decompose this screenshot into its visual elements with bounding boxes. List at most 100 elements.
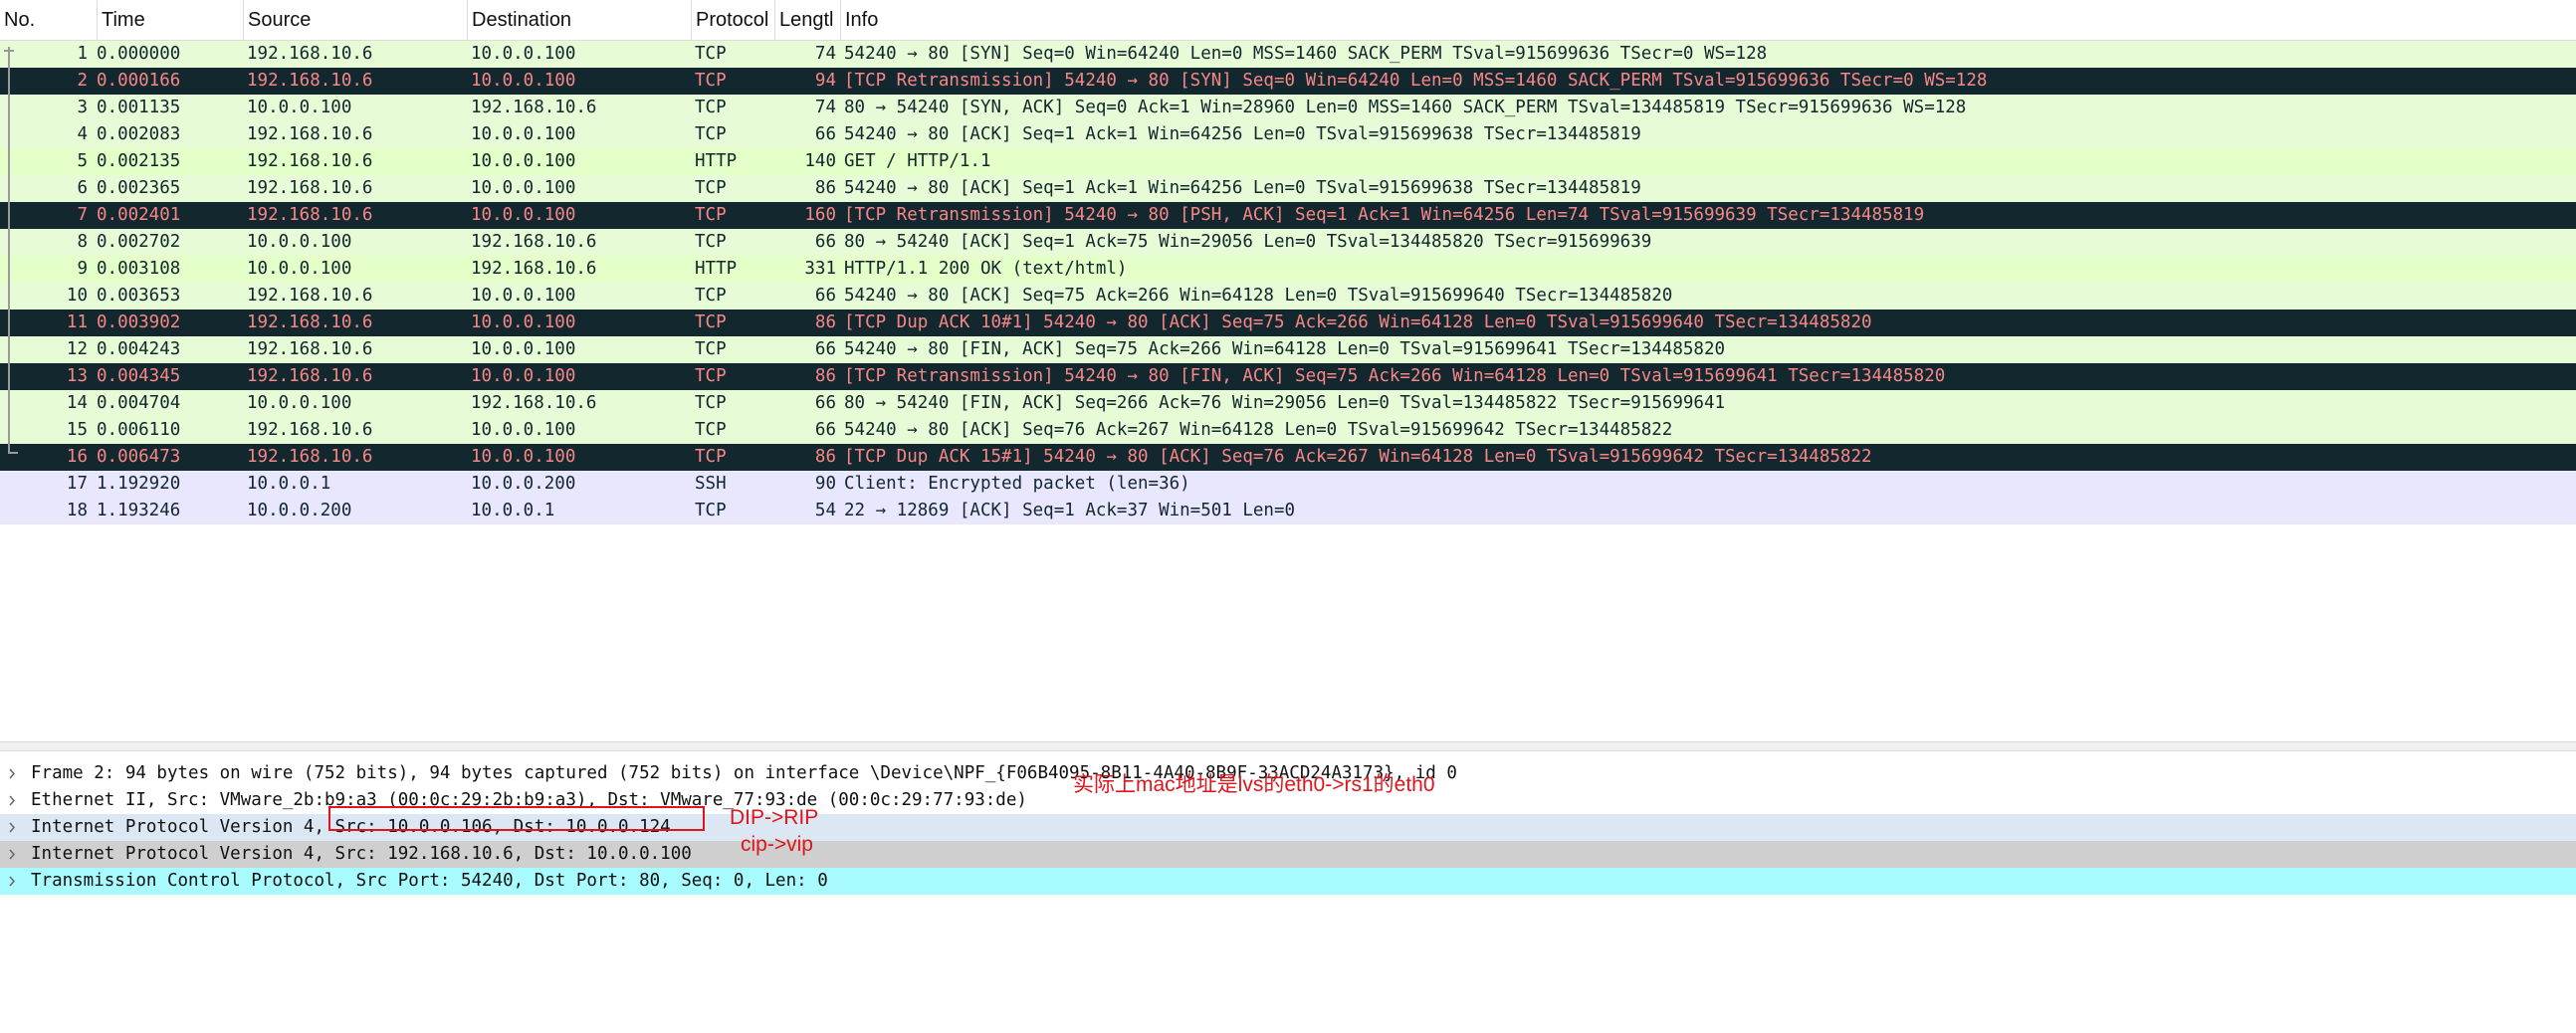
packet-len-cell: 86 [814, 312, 836, 332]
packet-len-cell: 66 [814, 420, 836, 440]
packet-row[interactable]: 13 0.004345 192.168.10.6 10.0.0.100 TCP 86 [TC… [0, 363, 2576, 390]
packet-row[interactable]: 5 0.002135 192.168.10.6 10.0.0.100 HTTP 140 GE… [0, 148, 2576, 175]
packet-time-cell: 0.002702 [97, 232, 181, 252]
packet-dst-cell: 10.0.0.100 [471, 151, 576, 171]
packet-row[interactable]: 12 0.004243 192.168.10.6 10.0.0.100 TCP 66 542… [0, 336, 2576, 363]
packet-src-cell: 192.168.10.6 [247, 366, 373, 386]
packet-no-cell: 4 [77, 124, 88, 144]
conversation-start-icon [4, 47, 14, 55]
packet-proto-cell: TCP [695, 205, 727, 225]
packet-row[interactable]: 11 0.003902 192.168.10.6 10.0.0.100 TCP 86 [TC… [0, 310, 2576, 336]
packet-src-cell: 192.168.10.6 [247, 447, 373, 467]
packet-no-cell: 14 [66, 393, 88, 413]
column-header-source[interactable]: Source [243, 0, 467, 40]
packet-proto-cell: TCP [695, 393, 727, 413]
column-header-protocol[interactable]: Protocol [691, 0, 774, 40]
packet-src-cell: 192.168.10.6 [247, 420, 373, 440]
packet-dst-cell: 10.0.0.100 [471, 71, 576, 91]
packet-row[interactable]: 3 0.001135 10.0.0.100 192.168.10.6 TCP 74 80 →… [0, 95, 2576, 121]
packet-src-cell: 10.0.0.100 [247, 393, 352, 413]
annotation-cip-vip: cip->vip [741, 833, 813, 856]
column-header-destination[interactable]: Destination [467, 0, 691, 40]
chevron-right-icon[interactable] [4, 814, 20, 841]
annotation-mac-note: 实际上mac地址是lvs的eth0->rs1的eth0 [1073, 773, 1435, 796]
packet-proto-cell: TCP [695, 44, 727, 64]
packet-info-cell: 54240 → 80 [SYN] Seq=0 Win=64240 Len=0 M… [844, 44, 1768, 64]
packet-proto-cell: HTTP [695, 259, 738, 279]
packet-row[interactable]: 1 0.000000 192.168.10.6 10.0.0.100 TCP 74 5424… [0, 41, 2576, 68]
packet-no-cell: 8 [77, 232, 88, 252]
packet-len-cell: 66 [814, 393, 836, 413]
packet-info-cell: 80 → 54240 [SYN, ACK] Seq=0 Ack=1 Win=28… [844, 98, 1967, 117]
packet-details-pane[interactable]: Frame 2: 94 bytes on wire (752 bits), 94… [0, 751, 2576, 1033]
packet-len-cell: 66 [814, 339, 836, 359]
packet-src-cell: 192.168.10.6 [247, 178, 373, 198]
packet-row[interactable]: 9 0.003108 10.0.0.100 192.168.10.6 HTTP 331 HT… [0, 256, 2576, 283]
packet-src-cell: 192.168.10.6 [247, 205, 373, 225]
packet-list-header: No. Time Source Destination Protocol Len… [0, 0, 2576, 41]
packet-dst-cell: 10.0.0.100 [471, 178, 576, 198]
packet-len-cell: 66 [814, 124, 836, 144]
packet-row[interactable]: 15 0.006110 192.168.10.6 10.0.0.100 TCP 66 542… [0, 417, 2576, 444]
packet-no-cell: 15 [66, 420, 88, 440]
packet-info-cell: GET / HTTP/1.1 [844, 151, 991, 171]
packet-list-pane[interactable]: No. Time Source Destination Protocol Len… [0, 0, 2576, 741]
packet-dst-cell: 10.0.0.200 [471, 474, 576, 494]
packet-proto-cell: TCP [695, 420, 727, 440]
packet-time-cell: 1.192920 [97, 474, 181, 494]
detail-tree-label: Transmission Control Protocol, Src Port:… [31, 871, 828, 891]
packet-len-cell: 66 [814, 232, 836, 252]
chevron-right-icon[interactable] [4, 841, 20, 868]
packet-row[interactable]: 6 0.002365 192.168.10.6 10.0.0.100 TCP 86 5424… [0, 175, 2576, 202]
packet-row[interactable]: 4 0.002083 192.168.10.6 10.0.0.100 TCP 66 5424… [0, 121, 2576, 148]
annotation-box [328, 806, 705, 831]
packet-row[interactable]: 10 0.003653 192.168.10.6 10.0.0.100 TCP 66 542… [0, 283, 2576, 310]
packet-time-cell: 0.003902 [97, 312, 181, 332]
packet-proto-cell: TCP [695, 98, 727, 117]
packet-dst-cell: 10.0.0.100 [471, 339, 576, 359]
packet-row[interactable]: 17 1.192920 10.0.0.1 10.0.0.200 SSH 90 Client:… [0, 471, 2576, 498]
chevron-right-icon[interactable] [4, 868, 20, 895]
column-header-info[interactable]: Info [840, 0, 2576, 40]
packet-row[interactable]: 8 0.002702 10.0.0.100 192.168.10.6 TCP 66 80 →… [0, 229, 2576, 256]
chevron-right-icon[interactable] [4, 787, 20, 814]
detail-tree-item[interactable]: Internet Protocol Version 4, Src: 192.16… [0, 841, 2576, 868]
packet-dst-cell: 10.0.0.100 [471, 366, 576, 386]
packet-src-cell: 10.0.0.100 [247, 259, 352, 279]
packet-row[interactable]: 16 0.006473 192.168.10.6 10.0.0.100 TCP 86 [TC… [0, 444, 2576, 471]
packet-no-cell: 6 [77, 178, 88, 198]
detail-tree-item[interactable]: Transmission Control Protocol, Src Port:… [0, 868, 2576, 895]
packet-len-cell: 74 [814, 44, 836, 64]
packet-src-cell: 192.168.10.6 [247, 286, 373, 306]
packet-row[interactable]: 2 0.000166 192.168.10.6 10.0.0.100 TCP 94 [TCP… [0, 68, 2576, 95]
packet-info-cell: 54240 → 80 [ACK] Seq=76 Ack=267 Win=6412… [844, 420, 1673, 440]
packet-row[interactable]: 14 0.004704 10.0.0.100 192.168.10.6 TCP 66 80 … [0, 390, 2576, 417]
column-header-length[interactable]: Lengtl [774, 0, 840, 40]
packet-len-cell: 86 [814, 447, 836, 467]
packet-len-cell: 90 [814, 474, 836, 494]
packet-no-cell: 2 [77, 71, 88, 91]
packet-proto-cell: SSH [695, 474, 727, 494]
packet-len-cell: 331 [804, 259, 836, 279]
packet-no-cell: 16 [66, 447, 88, 467]
packet-dst-cell: 10.0.0.100 [471, 447, 576, 467]
packet-info-cell: HTTP/1.1 200 OK (text/html) [844, 259, 1128, 279]
packet-src-cell: 192.168.10.6 [247, 71, 373, 91]
packet-len-cell: 140 [804, 151, 836, 171]
column-header-time[interactable]: Time [97, 0, 247, 40]
pane-splitter[interactable] [0, 741, 2576, 751]
packet-src-cell: 192.168.10.6 [247, 44, 373, 64]
packet-info-cell: 54240 → 80 [ACK] Seq=1 Ack=1 Win=64256 L… [844, 124, 1641, 144]
packet-info-cell: 80 → 54240 [FIN, ACK] Seq=266 Ack=76 Win… [844, 393, 1726, 413]
packet-dst-cell: 10.0.0.100 [471, 44, 576, 64]
packet-row[interactable]: 7 0.002401 192.168.10.6 10.0.0.100 TCP 160 [TC… [0, 202, 2576, 229]
packet-src-cell: 10.0.0.100 [247, 98, 352, 117]
packet-dst-cell: 10.0.0.100 [471, 286, 576, 306]
packet-info-cell: Client: Encrypted packet (len=36) [844, 474, 1190, 494]
column-header-no[interactable]: No. [0, 0, 97, 40]
packet-row[interactable]: 18 1.193246 10.0.0.200 10.0.0.1 TCP 54 22 → 12… [0, 498, 2576, 524]
packet-no-cell: 9 [77, 259, 88, 279]
packet-no-cell: 7 [77, 205, 88, 225]
chevron-right-icon[interactable] [4, 760, 20, 787]
packet-proto-cell: TCP [695, 312, 727, 332]
